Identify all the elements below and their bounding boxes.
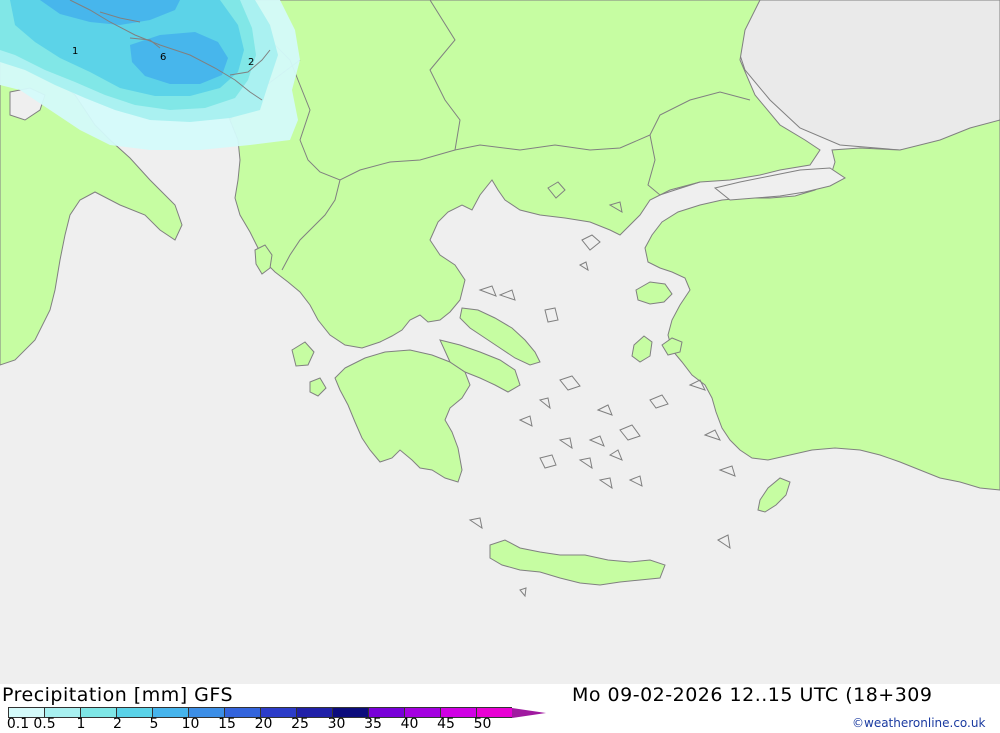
map-title: Precipitation [mm] GFS — [2, 684, 234, 706]
legend-label: 50 — [473, 716, 492, 732]
legend-label: 35 — [364, 716, 382, 732]
valid-time: Mo 09-02-2026 12..15 UTC (18+309 — [572, 684, 933, 706]
contour-label: 1 — [72, 46, 78, 57]
legend-label: 45 — [437, 716, 455, 732]
credit-link[interactable]: ©weatheronline.co.uk — [852, 716, 985, 730]
precipitation-map: 1 6 2 — [0, 0, 1000, 684]
legend-labels: 0.1 0.5 1 2 5 10 15 20 25 30 35 40 45 50 — [0, 716, 560, 733]
legend-label: 20 — [254, 716, 273, 732]
legend-label: 15 — [218, 716, 236, 732]
legend-label: 30 — [327, 716, 346, 732]
legend-label: 40 — [400, 716, 419, 732]
legend-label: 1 — [76, 716, 86, 732]
legend-label: 2 — [113, 716, 122, 732]
legend-label: 25 — [291, 716, 309, 732]
legend-label: 5 — [149, 716, 159, 732]
legend-label: 0.5 — [33, 716, 56, 732]
contour-label: 2 — [248, 57, 254, 68]
legend-label: 10 — [181, 716, 200, 732]
legend-label: 0.1 — [6, 716, 30, 732]
contour-label: 6 — [160, 52, 166, 63]
